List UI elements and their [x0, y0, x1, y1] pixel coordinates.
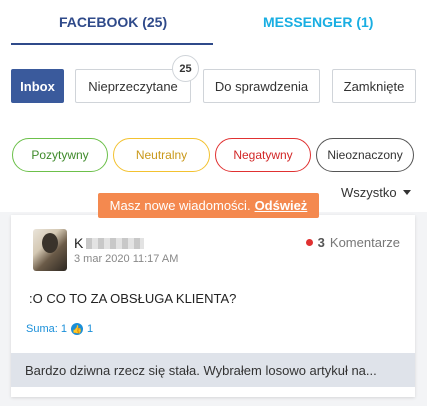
filter-negative[interactable]: Negatywny: [215, 138, 311, 172]
filter-unmarked[interactable]: Nieoznaczony: [316, 138, 414, 172]
filter-dropdown-value: Wszystko: [341, 185, 397, 200]
author-name-redacted: [86, 237, 145, 249]
post-date: 3 mar 2020 11:17 AM: [74, 253, 179, 265]
tab-facebook[interactable]: FACEBOOK (25): [59, 14, 167, 30]
comments-label: Komentarze: [329, 235, 400, 250]
reply-preview[interactable]: Bardzo dziwna rzecz się stała. Wybrałem …: [11, 353, 415, 387]
post-card[interactable]: K 3 mar 2020 11:17 AM 3 Komentarze :O CO…: [11, 215, 415, 397]
post-text: :O CO TO ZA OBSŁUGA KLIENTA?: [29, 291, 237, 306]
reactions-summary: Suma: 1 👍 1: [26, 323, 93, 335]
top-panel: FACEBOOK (25) MESSENGER (1) Inbox Nieprz…: [0, 0, 427, 212]
comments-count[interactable]: 3 Komentarze: [305, 235, 400, 250]
refresh-link[interactable]: Odśwież: [255, 198, 308, 213]
sum-label: Suma: 1: [26, 323, 67, 335]
author-name: K: [74, 235, 145, 251]
comments-number: 3: [317, 235, 325, 250]
closed-button[interactable]: Zamknięte: [332, 69, 416, 103]
author-initial: K: [74, 235, 84, 251]
filter-positive[interactable]: Pozytywny: [12, 138, 108, 172]
likes-count: 1: [86, 323, 94, 335]
filter-dropdown[interactable]: Wszystko: [341, 185, 411, 200]
to-check-button[interactable]: Do sprawdzenia: [203, 69, 320, 103]
active-tab-underline: [11, 43, 213, 45]
inbox-button[interactable]: Inbox: [11, 69, 64, 103]
notice-text: Masz nowe wiadomości.: [109, 198, 251, 213]
avatar: [33, 229, 67, 271]
status-dot-icon: [305, 239, 313, 246]
like-icon: 👍: [70, 323, 83, 335]
unread-count-badge: 25: [172, 55, 199, 82]
chevron-down-icon: [402, 190, 411, 195]
new-messages-notice: Masz nowe wiadomości. Odśwież: [98, 193, 319, 218]
tab-messenger[interactable]: MESSENGER (1): [263, 14, 373, 30]
filter-neutral[interactable]: Neutralny: [113, 138, 210, 172]
